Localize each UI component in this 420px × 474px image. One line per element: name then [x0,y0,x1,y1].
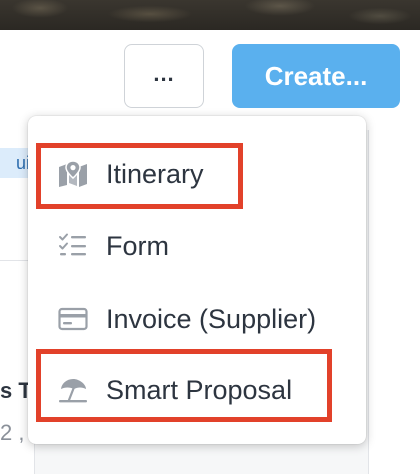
beach-umbrella-icon [58,377,88,403]
credit-card-icon [58,306,88,332]
menu-item-form[interactable]: Form [28,220,366,272]
create-button[interactable]: Create... [232,44,400,108]
right-content-panel [368,130,420,474]
menu-item-label: Smart Proposal [106,375,293,405]
create-dropdown-menu: Itinerary Form Invoice (Supplier) Smart … [28,116,366,444]
map-pin-icon [58,160,88,187]
status-chip[interactable]: ui [0,148,30,178]
menu-item-smart-proposal[interactable]: Smart Proposal [28,364,366,416]
menu-item-label: Form [106,231,169,261]
menu-item-label: Itinerary [106,159,204,189]
more-options-button[interactable]: ... [124,44,204,108]
header-photo-banner [0,0,420,30]
checklist-icon [58,233,88,259]
menu-item-invoice-supplier[interactable]: Invoice (Supplier) [28,293,366,345]
menu-item-label: Invoice (Supplier) [106,304,317,334]
menu-item-itinerary[interactable]: Itinerary [28,148,366,200]
